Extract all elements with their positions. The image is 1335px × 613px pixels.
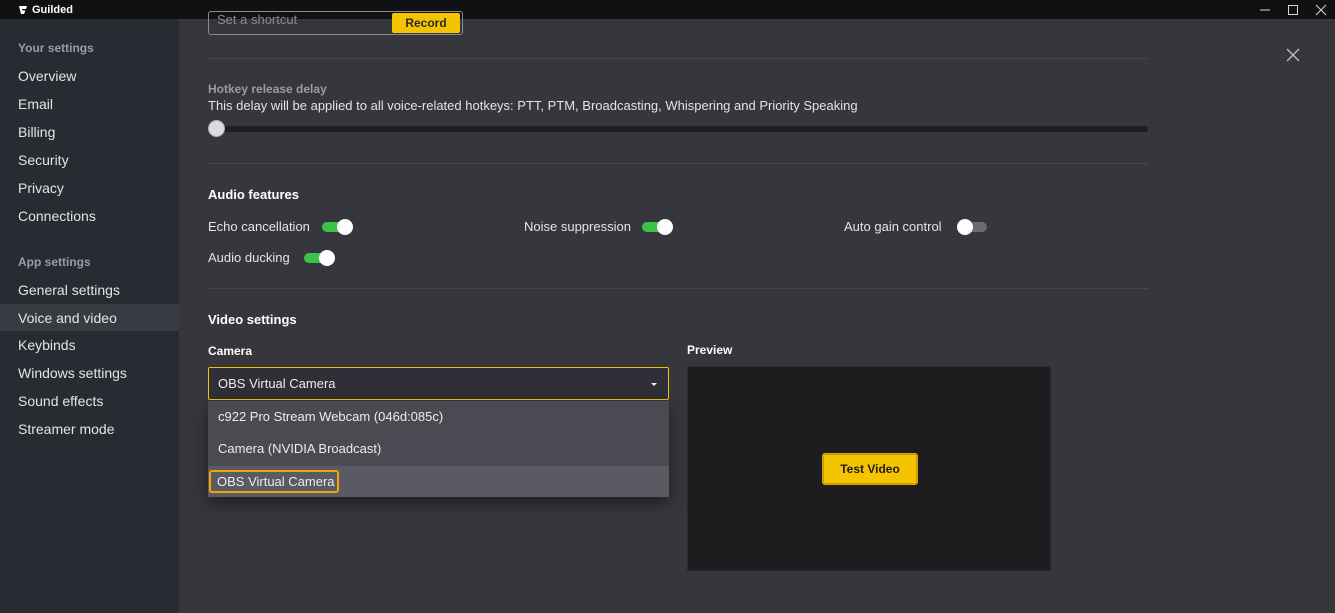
app-logo: Guilded	[18, 4, 73, 16]
audio-features-title: Audio features	[208, 187, 300, 202]
minimize-button[interactable]	[1251, 0, 1279, 19]
video-settings-title: Video settings	[208, 312, 297, 327]
your-settings-heading: Your settings	[18, 41, 94, 55]
sidebar-item-security[interactable]: Security	[0, 146, 179, 173]
noise-suppression-label: Noise suppression	[524, 219, 631, 234]
camera-label: Camera	[208, 344, 253, 358]
guilded-logo-icon	[19, 5, 27, 14]
settings-content: Set a shortcut Record Hotkey release del…	[179, 11, 1335, 613]
test-video-button[interactable]: Test Video	[822, 453, 918, 485]
maximize-icon	[1288, 4, 1298, 15]
sidebar-item-email[interactable]: Email	[0, 90, 179, 117]
camera-option-label: OBS Virtual Camera	[209, 470, 339, 493]
record-button[interactable]: Record	[392, 13, 460, 33]
audio-ducking-toggle[interactable]	[304, 250, 335, 266]
app-settings-heading: App settings	[18, 255, 91, 269]
sidebar-item-billing[interactable]: Billing	[0, 118, 179, 145]
sidebar-item-privacy[interactable]: Privacy	[0, 174, 179, 201]
camera-selected-value: OBS Virtual Camera	[218, 376, 336, 391]
sidebar-item-streamer-mode[interactable]: Streamer mode	[0, 415, 179, 442]
divider	[208, 58, 1148, 59]
sidebar-item-overview[interactable]: Overview	[0, 62, 179, 89]
video-preview: Test Video	[687, 366, 1051, 571]
shortcut-field[interactable]: Set a shortcut Record	[208, 11, 463, 35]
noise-suppression-toggle[interactable]	[642, 219, 673, 235]
echo-cancellation-label: Echo cancellation	[208, 219, 310, 234]
camera-option[interactable]: Camera (NVIDIA Broadcast)	[208, 433, 669, 464]
title-bar: Guilded	[0, 0, 1335, 19]
camera-dropdown-menu: c922 Pro Stream Webcam (046d:085c) Camer…	[208, 401, 669, 497]
sidebar-item-connections[interactable]: Connections	[0, 202, 179, 229]
sidebar-item-voice-and-video[interactable]: Voice and video	[0, 304, 179, 331]
hotkey-delay-slider-thumb[interactable]	[208, 120, 225, 137]
camera-option-selected[interactable]: OBS Virtual Camera	[208, 466, 669, 497]
divider	[208, 288, 1148, 289]
preview-label: Preview	[687, 343, 733, 357]
settings-sidebar: Your settings Overview Email Billing Sec…	[0, 19, 179, 613]
auto-gain-control-toggle[interactable]	[957, 219, 987, 235]
shortcut-placeholder: Set a shortcut	[217, 12, 298, 27]
maximize-button[interactable]	[1279, 0, 1307, 19]
sidebar-item-keybinds[interactable]: Keybinds	[0, 331, 179, 358]
window-controls	[1251, 0, 1335, 19]
sidebar-item-windows-settings[interactable]: Windows settings	[0, 359, 179, 386]
sidebar-item-sound-effects[interactable]: Sound effects	[0, 387, 179, 414]
echo-cancellation-toggle[interactable]	[322, 219, 353, 235]
hotkey-delay-description: This delay will be applied to all voice-…	[208, 98, 858, 113]
minimize-icon	[1260, 9, 1270, 10]
app-name: Guilded	[32, 3, 73, 16]
window-close-button[interactable]	[1307, 0, 1335, 19]
camera-option[interactable]: c922 Pro Stream Webcam (046d:085c)	[208, 401, 669, 432]
auto-gain-control-label: Auto gain control	[844, 219, 942, 234]
divider	[208, 163, 1148, 164]
audio-ducking-label: Audio ducking	[208, 250, 290, 265]
hotkey-delay-slider-track[interactable]	[208, 126, 1148, 132]
hotkey-delay-title: Hotkey release delay	[208, 82, 327, 96]
close-settings-icon[interactable]	[1285, 47, 1301, 63]
camera-select[interactable]: OBS Virtual Camera	[208, 367, 669, 400]
close-icon	[1315, 4, 1327, 15]
sidebar-item-general-settings[interactable]: General settings	[0, 276, 179, 303]
chevron-down-icon	[651, 383, 657, 386]
